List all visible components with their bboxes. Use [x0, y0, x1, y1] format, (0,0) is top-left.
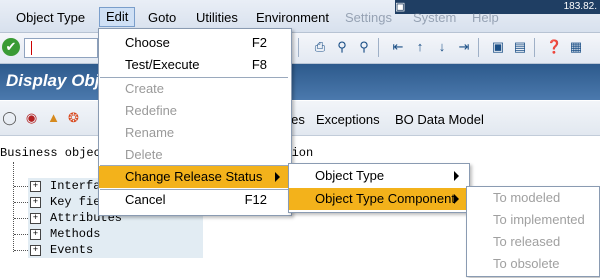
- menu-utilities[interactable]: Utilities: [194, 9, 240, 27]
- menu-item-create: Create: [99, 78, 267, 100]
- expand-icon[interactable]: +: [30, 181, 41, 192]
- layout-menu-icon[interactable]: ▦: [568, 39, 584, 55]
- menu-settings[interactable]: Settings: [343, 9, 394, 27]
- submenu-arrow-icon: [454, 171, 459, 181]
- menu-item-change-release-status[interactable]: Change Release Status: [99, 166, 291, 188]
- window-icon: ▣: [395, 1, 406, 13]
- menu-system[interactable]: System: [411, 9, 458, 27]
- find-icon[interactable]: ⚲: [334, 39, 350, 55]
- menu-item-label: Rename: [125, 125, 175, 140]
- application-toolbar: ◯ ◉ ▲ ❂ Attributes Exceptions BO Data Mo…: [0, 101, 600, 136]
- last-page-icon[interactable]: ⇥: [456, 39, 472, 55]
- menu-item-label: Redefine: [125, 103, 178, 118]
- menu-item-label: To obsolete: [493, 256, 560, 271]
- standard-toolbar: ✔ ⎙ ⚲ ⚲ ⇤ ↑ ↓ ⇥ ▣ ▤ ❓ ▦: [0, 33, 600, 64]
- tree-branch: [14, 234, 28, 235]
- menu-goto[interactable]: Goto: [146, 9, 178, 27]
- tree-branch: [14, 202, 28, 203]
- print-icon[interactable]: ⎙: [312, 39, 328, 55]
- release-status-submenu: Object Type Object Type Component: [288, 163, 470, 213]
- tab-bo-data-model[interactable]: BO Data Model: [395, 112, 484, 127]
- menu-item-shortcut: F2: [251, 35, 267, 50]
- previous-page-icon[interactable]: ↑: [412, 39, 428, 55]
- menu-help[interactable]: Help: [470, 9, 501, 27]
- menu-item-label: Change Release Status: [125, 169, 263, 184]
- menu-item-choose[interactable]: Choose F2: [99, 32, 267, 54]
- change-icon[interactable]: ◉: [24, 110, 39, 125]
- menu-item-redefine: Redefine: [99, 100, 267, 122]
- toolbar-separator: [298, 38, 299, 57]
- page-header: Display Object Type: [0, 64, 600, 100]
- tree-node-label: Methods: [50, 227, 101, 241]
- submenu-item-object-type-component[interactable]: Object Type Component: [289, 188, 469, 210]
- menu-item-label: To released: [493, 234, 561, 249]
- menu-item-label: Delete: [125, 147, 163, 162]
- menu-item-label: To modeled: [493, 190, 561, 205]
- menu-item-rename: Rename: [99, 122, 267, 144]
- shortcut-icon[interactable]: ▤: [512, 39, 528, 55]
- menu-object-type[interactable]: Object Type: [14, 9, 87, 27]
- hierarchy-icon[interactable]: ▲: [46, 110, 61, 125]
- submenu-item-to-implemented: To implemented: [467, 209, 599, 231]
- submenu-arrow-icon: [275, 172, 280, 182]
- submenu-item-to-released: To released: [467, 231, 599, 253]
- menu-edit[interactable]: Edit: [99, 7, 136, 27]
- toolbar-separator: [534, 38, 535, 57]
- menu-item-test-execute[interactable]: Test/Execute F8: [99, 54, 267, 76]
- expand-icon[interactable]: +: [30, 229, 41, 240]
- command-field[interactable]: [24, 38, 98, 58]
- lifebuoy-icon[interactable]: ❂: [66, 110, 81, 125]
- menu-item-cancel[interactable]: Cancel F12: [99, 189, 267, 211]
- toolbar-separator: [478, 38, 479, 57]
- menu-item-shortcut: F12: [244, 192, 267, 207]
- menu-item-label: To implemented: [493, 212, 585, 227]
- submenu-item-object-type[interactable]: Object Type: [289, 165, 469, 187]
- menu-item-label: Create: [125, 81, 165, 96]
- first-page-icon[interactable]: ⇤: [390, 39, 406, 55]
- expand-icon[interactable]: +: [30, 245, 41, 256]
- tree-node-label: Events: [50, 243, 94, 257]
- tab-exceptions[interactable]: Exceptions: [316, 112, 380, 127]
- menu-item-delete: Delete: [99, 144, 267, 166]
- expand-icon[interactable]: +: [30, 213, 41, 224]
- menu-environment[interactable]: Environment: [254, 9, 331, 27]
- submenu-arrow-icon: [454, 194, 459, 204]
- new-session-icon[interactable]: ▣: [490, 39, 506, 55]
- tree-branch: [14, 186, 28, 187]
- next-page-icon[interactable]: ↓: [434, 39, 450, 55]
- help-icon[interactable]: ❓: [546, 39, 562, 55]
- menu-item-label: Object Type: [315, 168, 385, 183]
- menu-item-label: Cancel: [125, 192, 166, 207]
- menu-item-label: Choose: [125, 35, 170, 50]
- find-next-icon[interactable]: ⚲: [356, 39, 372, 55]
- menu-item-shortcut: F8: [251, 57, 267, 72]
- edit-menu: Choose F2 Test/Execute F8 Create Redefin…: [98, 28, 292, 216]
- version-text: 183.82.: [563, 1, 597, 12]
- expand-icon[interactable]: +: [30, 197, 41, 208]
- tree-branch: [14, 250, 28, 251]
- text-cursor: [31, 41, 32, 55]
- component-submenu: To modeled To implemented To released To…: [466, 186, 600, 277]
- menu-item-label: Test/Execute: [125, 57, 200, 72]
- tree-root-label: Business object: [0, 146, 109, 160]
- tree-branch: [14, 218, 28, 219]
- submenu-item-to-modeled: To modeled: [467, 187, 599, 209]
- enter-check-icon[interactable]: ✔: [2, 38, 20, 56]
- tree-connector: [13, 162, 14, 252]
- glasses-icon[interactable]: ◯: [2, 110, 17, 125]
- menu-bar: ▣ 183.82. Object Type Edit Goto Utilitie…: [0, 0, 600, 33]
- submenu-item-to-obsolete: To obsolete: [467, 253, 599, 275]
- menu-item-label: Object Type Component: [315, 191, 455, 206]
- toolbar-separator: [378, 38, 379, 57]
